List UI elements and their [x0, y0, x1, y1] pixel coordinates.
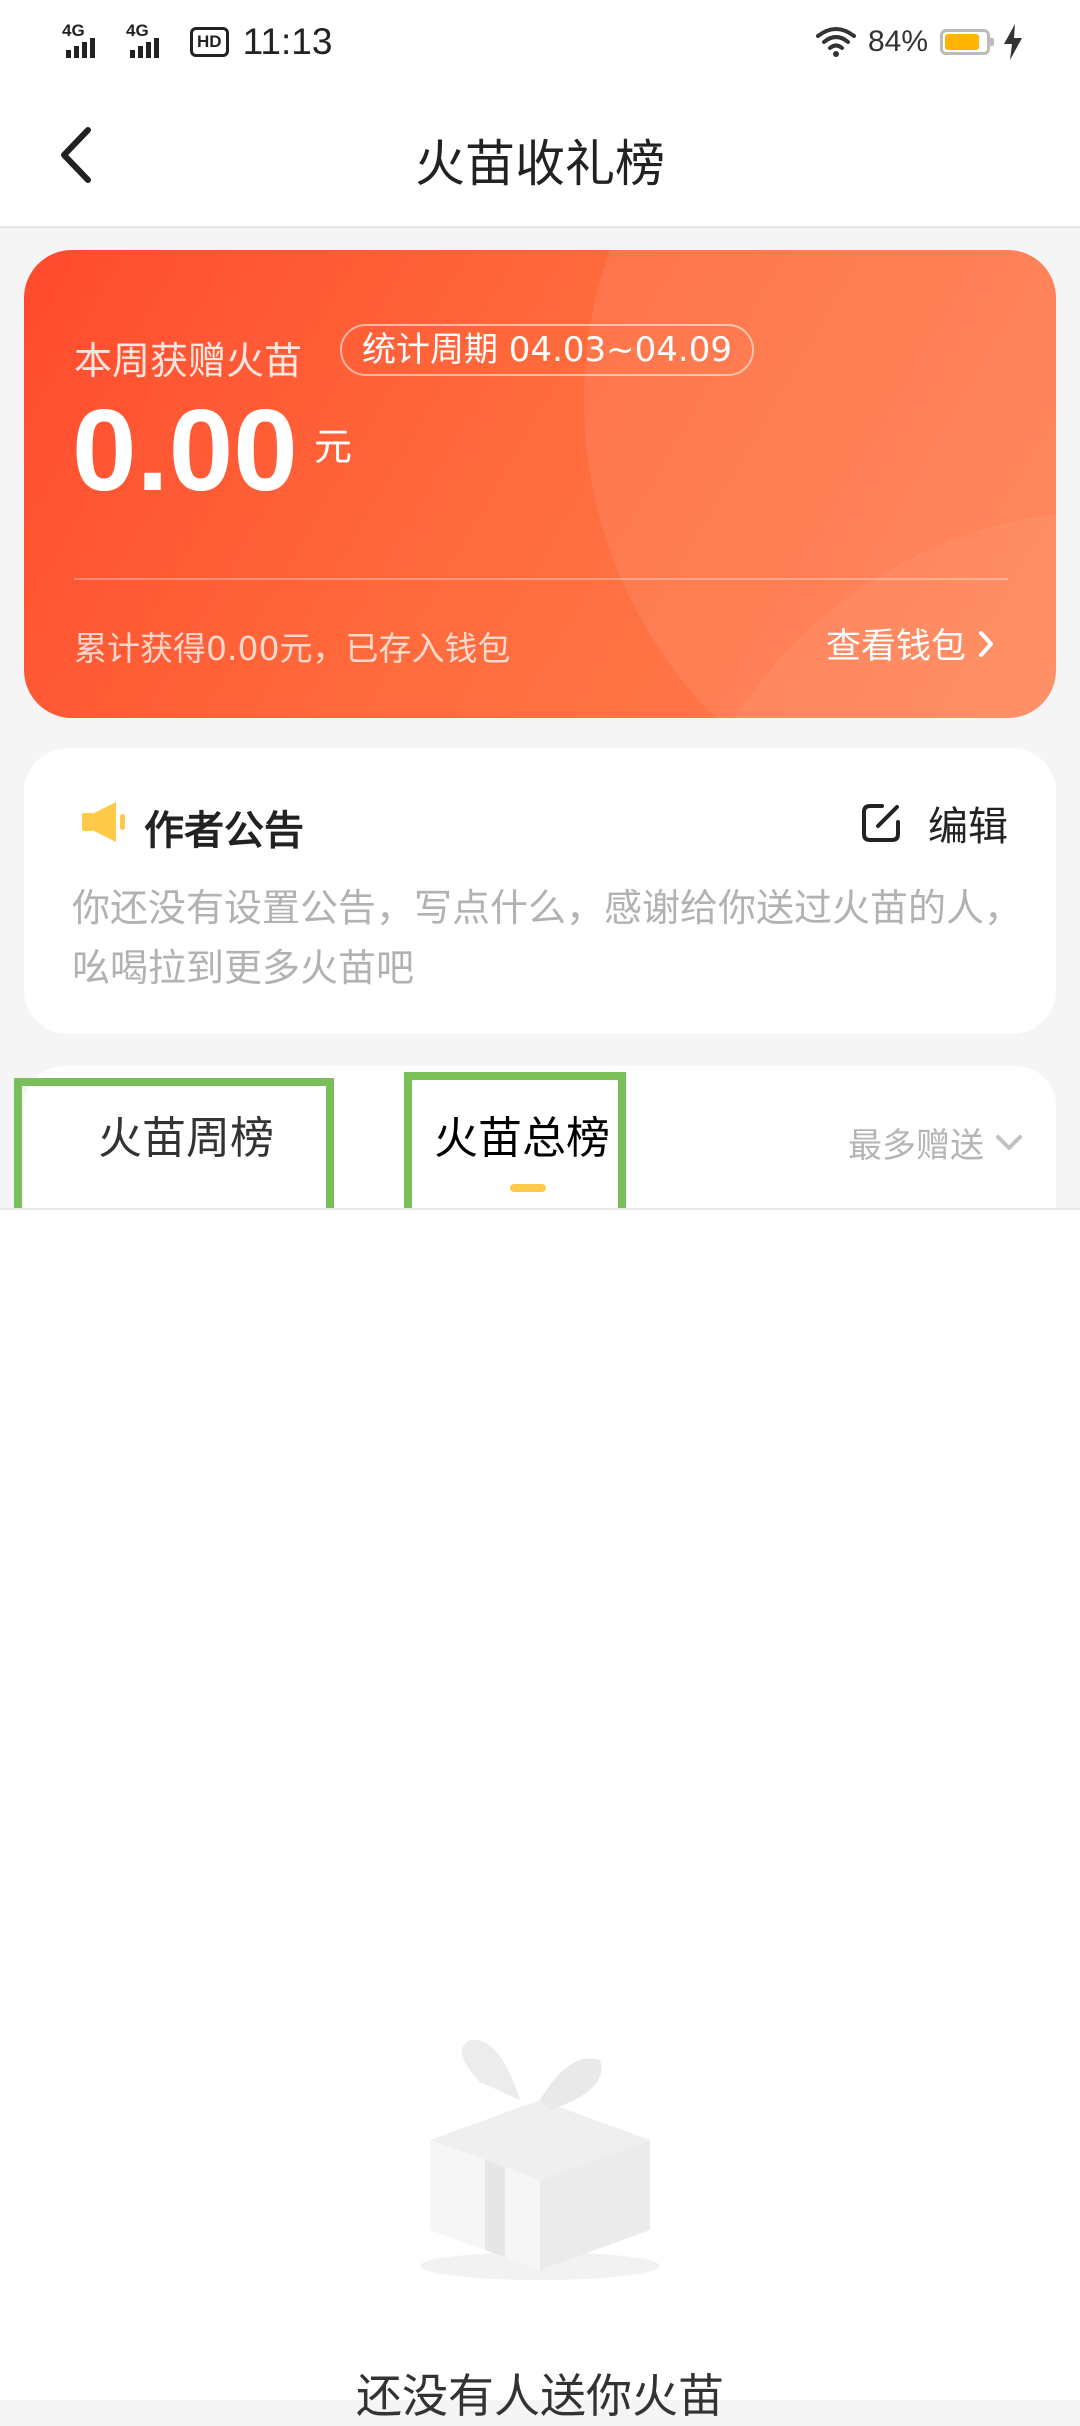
empty-state-text: 还没有人送你火苗	[356, 2369, 724, 2423]
status-bar: 4G 4G HD 11:13 84%	[0, 0, 1080, 84]
earnings-card: 本周获赠火苗 统计周期 04.03~04.09 0.00 元 累计获得0.00元…	[24, 250, 1056, 718]
signal-1-tag: 4G	[62, 21, 85, 40]
battery-icon	[940, 29, 994, 55]
nav-bar: 火苗收礼榜	[0, 84, 1080, 228]
edit-icon	[862, 804, 900, 842]
megaphone-icon	[82, 802, 125, 842]
signal-bars-icon	[66, 38, 95, 58]
sort-label: 最多赠送	[848, 1126, 984, 1166]
battery-percent: 84%	[867, 25, 928, 58]
signal-2-tag: 4G	[126, 21, 149, 40]
author-notice-card: 作者公告 编辑 你还没有设置公告，写点什么，感谢给你送过火苗的人，吆喝拉到更多火…	[24, 748, 1056, 1034]
charging-icon	[1004, 24, 1022, 60]
signal-2: 4G	[126, 22, 180, 62]
stat-period-badge: 统计周期 04.03~04.09	[340, 324, 754, 376]
status-time: 11:13	[242, 21, 333, 62]
gift-box-icon	[420, 2039, 660, 2280]
signal-1: 4G	[62, 22, 116, 62]
chevron-down-icon	[996, 1134, 1022, 1150]
signal-bars-icon	[130, 38, 159, 58]
edit-label: 编辑	[928, 804, 1008, 850]
page-title: 火苗收礼榜	[415, 135, 665, 193]
status-bar-left: 4G 4G HD 11:13	[62, 18, 332, 66]
card-divider	[74, 578, 1008, 580]
battery-fill	[945, 34, 979, 50]
notice-content: 你还没有设置公告，写点什么，感谢给你送过火苗的人，吆喝拉到更多火苗吧	[72, 886, 1023, 990]
notice-title: 作者公告	[144, 808, 304, 854]
hd-icon: HD	[190, 27, 229, 57]
week-earnings-amount: 0.00	[72, 385, 298, 515]
chevron-right-icon	[979, 630, 993, 657]
view-wallet-label: 查看钱包	[825, 627, 966, 667]
week-earnings-label: 本周获赠火苗	[74, 339, 303, 383]
empty-state: 还没有人送你火苗	[0, 1210, 1080, 2423]
wifi-icon	[815, 27, 856, 57]
currency-unit: 元	[314, 425, 353, 469]
total-earnings-text: 累计获得0.00元，已存入钱包	[74, 629, 511, 668]
view-wallet-button[interactable]: 查看钱包	[826, 618, 996, 669]
status-bar-right: 84%	[815, 18, 1024, 66]
sort-dropdown[interactable]: 最多赠送	[848, 1118, 1024, 1167]
edit-notice-button[interactable]: 编辑	[860, 794, 1008, 852]
